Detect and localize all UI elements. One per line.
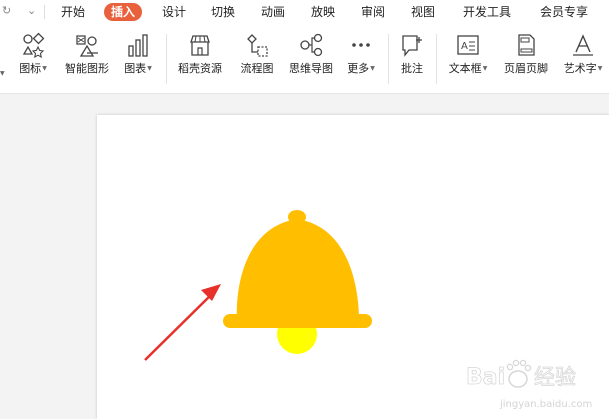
tab-home[interactable]: 开始 [61,4,85,20]
ribbon-comment-label: 批注 [401,62,423,75]
icons-icon [22,32,45,58]
ribbon-header-footer-label: 页眉页脚 [504,62,548,75]
ribbon-more-label: 更多 [347,62,370,75]
watermark-brand-text: Bai [466,365,505,390]
ribbon-word-art-label: 艺术字 [563,62,597,75]
menu-separator [44,5,45,19]
dropdown-caret-icon[interactable]: ▼ [483,65,488,72]
docer-resources-icon [190,35,210,56]
menu-bar: ↻ ⌄ 开始 插入 设计 切换 动画 放映 审阅 视图 开发工具 会员专享 [0,0,609,26]
ribbon-word-art-button[interactable]: 艺术字▼ [558,32,608,76]
ribbon-more-button[interactable]: 更多▼ [342,32,380,76]
tab-insert[interactable]: 插入 [104,3,143,21]
paw-icon [506,359,532,388]
tab-review[interactable]: 审阅 [361,4,385,20]
tab-design[interactable]: 设计 [162,4,186,20]
ribbon-docer-resources-button[interactable]: 稻壳资源 [172,32,228,76]
baidu-jingyan-watermark: Bai 经验 jingyan.baidu.com [460,352,609,419]
smart-art-icon [76,35,98,57]
word-art-icon [573,34,593,56]
ribbon-text-box-button[interactable]: A 文本框▼ [442,32,494,76]
bell-knob-shape[interactable] [288,210,306,224]
ribbon-text-box-label: 文本框 [448,62,482,75]
bell-rim-shape[interactable] [223,314,372,328]
tab-animations[interactable]: 动画 [261,4,285,20]
red-arrow-shaft[interactable] [144,290,216,361]
ribbon-separator [436,34,437,84]
ribbon-docer-resources-label: 稻壳资源 [178,62,222,75]
redo-icon[interactable]: ↻ [2,4,11,17]
comment-icon [402,35,422,57]
ribbon-flowchart-button[interactable]: 流程图 [236,32,278,76]
watermark-brand-suffix: 经验 [534,365,576,389]
dropdown-caret-icon[interactable]: ▼ [370,65,375,72]
ribbon-separator [166,34,167,84]
chart-icon [128,34,148,57]
tab-transitions[interactable]: 切换 [211,4,235,20]
header-footer-icon [518,34,535,56]
svg-text:A: A [461,41,468,52]
dropdown-caret-icon[interactable]: ▼ [147,65,152,72]
ribbon-mind-map-button[interactable]: 思维导图 [284,32,338,76]
more-icon [352,43,370,47]
insert-ribbon: ▼ 图标▼ 智能图形 图表▼ 稻壳资源 流程图 思维导图 更多▼ 批注 A 文本… [0,26,609,94]
ribbon-smart-art-button[interactable]: 智能图形 [59,32,115,76]
ribbon-icons-label: 图标 [19,62,42,75]
ribbon-icons-button[interactable]: 图标▼ [12,32,54,76]
scroll-left-caret[interactable]: ▼ [0,70,5,77]
tab-slideshow[interactable]: 放映 [311,4,335,20]
watermark-logo: Bai 经验 jingyan.baidu.com [466,359,592,410]
bell-body-shape[interactable] [236,219,359,321]
ribbon-smart-art-label: 智能图形 [65,62,109,75]
watermark-url: jingyan.baidu.com [499,399,592,410]
ribbon-chart-label: 图表 [124,62,147,75]
dropdown-caret-icon[interactable]: ▼ [598,65,603,72]
tab-view[interactable]: 视图 [411,4,435,20]
ribbon-comment-button[interactable]: 批注 [393,32,431,76]
ribbon-flowchart-label: 流程图 [240,62,274,75]
flowchart-icon [247,34,268,57]
ribbon-chart-button[interactable]: 图表▼ [118,32,158,76]
dropdown-caret-icon[interactable]: ▼ [42,65,47,72]
mind-map-icon [300,33,323,57]
ribbon-mind-map-label: 思维导图 [289,62,333,75]
text-box-icon: A [457,35,479,55]
customize-dropdown-icon[interactable]: ⌄ [27,4,36,17]
ribbon-separator [388,34,389,84]
red-arrow-head[interactable] [201,284,221,301]
ribbon-header-footer-button[interactable]: 页眉页脚 [499,32,553,76]
tab-member[interactable]: 会员专享 [540,4,588,20]
tab-developer[interactable]: 开发工具 [463,4,511,20]
